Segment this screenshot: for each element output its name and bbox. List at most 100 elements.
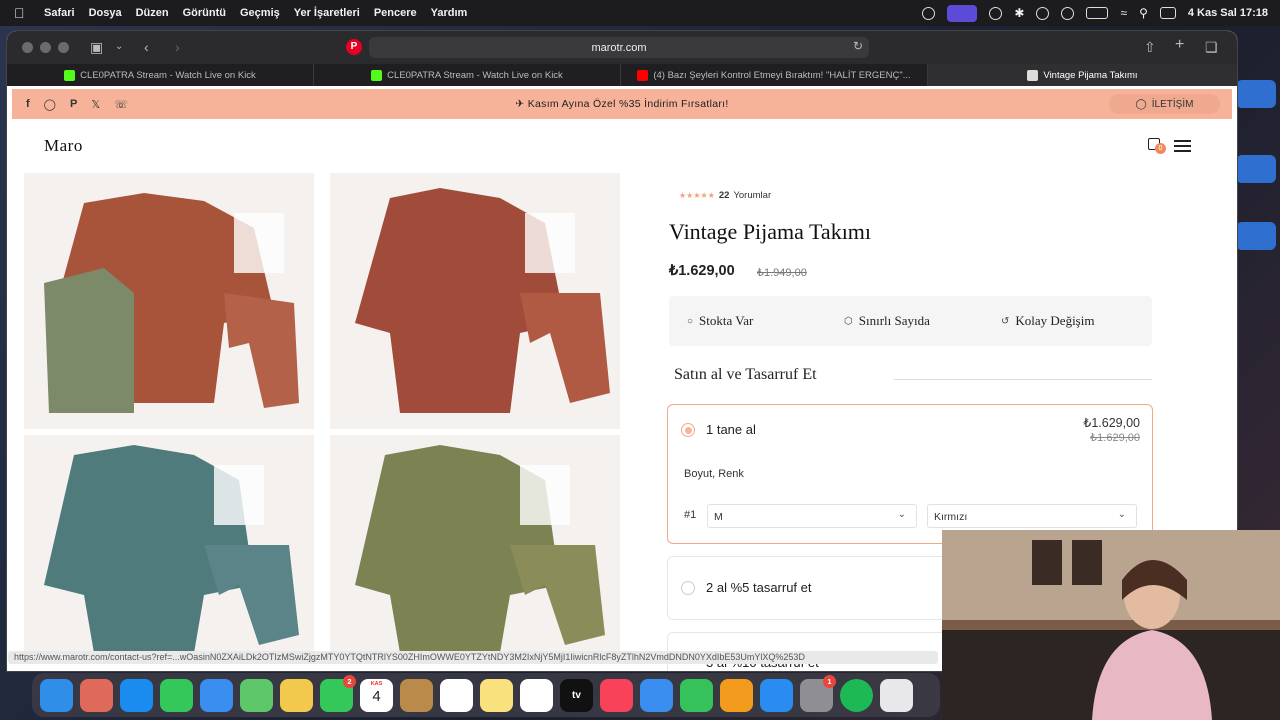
- size-select[interactable]: M ⌄: [707, 504, 917, 528]
- tab-overview-icon[interactable]: ❏: [1205, 39, 1218, 56]
- menu-clock[interactable]: 4 Kas Sal 17:18: [1188, 7, 1268, 19]
- screen-record-icon[interactable]: [947, 4, 978, 22]
- contact-button[interactable]: ◯ İLETİŞİM: [1109, 94, 1220, 114]
- tab-kick-2[interactable]: CLE0PATRA Stream - Watch Live on Kick: [314, 64, 621, 86]
- tab-title: CLE0PATRA Stream - Watch Live on Kick: [80, 69, 256, 81]
- circle-icon: ○: [687, 315, 694, 327]
- back-button[interactable]: ‹: [144, 39, 149, 55]
- offer-label: 1 tane al: [706, 422, 756, 437]
- facetime-icon[interactable]: 2: [320, 674, 356, 712]
- battery-icon[interactable]: [1086, 7, 1109, 19]
- menu-app-name[interactable]: Safari: [44, 7, 75, 19]
- address-bar[interactable]: marotr.com: [369, 37, 869, 58]
- box-icon: ⬡: [844, 315, 853, 327]
- divider: [894, 379, 1152, 380]
- user-icon[interactable]: [1061, 6, 1075, 20]
- tab-vintage-pijama[interactable]: Vintage Pijama Takımı: [928, 64, 1237, 86]
- safari-icon[interactable]: [120, 678, 153, 712]
- tv-label: tv: [572, 689, 581, 701]
- contacts-icon[interactable]: [400, 678, 433, 712]
- product-image-1[interactable]: [24, 173, 314, 429]
- apple-tv-icon[interactable]: tv: [560, 678, 593, 712]
- brand-logo[interactable]: Maro: [44, 136, 83, 156]
- offer-radio[interactable]: [681, 581, 695, 595]
- notes-icon[interactable]: [480, 678, 513, 712]
- siri-icon[interactable]: [989, 6, 1003, 20]
- wifi-icon[interactable]: ≈: [1120, 6, 1127, 20]
- menu-pencere[interactable]: Pencere: [374, 7, 417, 19]
- tab-youtube[interactable]: (4) Bazı Şeyleri Kontrol Etmeyi Bıraktım…: [621, 64, 928, 86]
- sidebar-icon[interactable]: ▣: [90, 39, 103, 56]
- minimize-window-button[interactable]: [40, 42, 51, 53]
- product-rating[interactable]: ★★★★★ 22 Yorumlar: [679, 190, 771, 201]
- plane-icon: ✈: [515, 98, 525, 110]
- control-center-icon[interactable]: [1159, 7, 1176, 19]
- product-image-4[interactable]: [330, 435, 620, 653]
- desktop-folder-icon[interactable]: [1236, 80, 1276, 108]
- bluetooth-icon[interactable]: ✱: [1014, 6, 1024, 20]
- system-settings-icon[interactable]: 1: [800, 674, 836, 712]
- chevron-down-icon: ⌄: [1117, 509, 1126, 520]
- forward-button[interactable]: ›: [175, 39, 180, 55]
- desktop-folder-icon[interactable]: [1236, 155, 1276, 183]
- search-icon[interactable]: ⚲: [1139, 6, 1148, 20]
- reload-icon[interactable]: ↻: [853, 39, 863, 53]
- messages-icon[interactable]: [160, 678, 193, 712]
- new-tab-button[interactable]: +: [1175, 36, 1184, 54]
- variant-label: Boyut, Renk: [684, 468, 744, 480]
- exchange-icon: ↺: [1001, 315, 1010, 327]
- calendar-month: KAS: [370, 680, 383, 687]
- music-icon[interactable]: [600, 678, 633, 712]
- menu-extras: ✱ ≈ ⚲ 4 Kas Sal 17:18: [922, 0, 1268, 26]
- offer-old-price: ₺1.629,00: [1090, 432, 1140, 444]
- menu-icon[interactable]: [1174, 140, 1191, 155]
- product-image-2[interactable]: [330, 173, 620, 429]
- menu-gecmis[interactable]: Geçmiş: [240, 7, 280, 19]
- freeform-icon[interactable]: [520, 678, 553, 712]
- numbers-icon[interactable]: [680, 678, 713, 712]
- variant-row-number: #1: [684, 509, 697, 521]
- maps-icon[interactable]: [240, 678, 273, 712]
- offer-price: ₺1.629,00: [1083, 416, 1140, 430]
- finder-icon[interactable]: [40, 678, 73, 712]
- kick-icon: [64, 69, 76, 81]
- menu-goruntu[interactable]: Görüntü: [183, 7, 226, 19]
- menu-dosya[interactable]: Dosya: [89, 7, 122, 19]
- menu-duzen[interactable]: Düzen: [136, 7, 169, 19]
- zoom-window-button[interactable]: [58, 42, 69, 53]
- desktop-folder-icon[interactable]: [1236, 222, 1276, 250]
- spotify-icon[interactable]: [840, 678, 873, 712]
- offer-radio[interactable]: [681, 423, 695, 437]
- color-select[interactable]: Kırmızı ⌄: [927, 504, 1137, 528]
- menu-yer-isaretleri[interactable]: Yer İşaretleri: [294, 7, 360, 19]
- tab-title: CLE0PATRA Stream - Watch Live on Kick: [387, 69, 563, 81]
- preview-icon[interactable]: [880, 678, 913, 712]
- launchpad-icon[interactable]: [80, 678, 113, 712]
- pages-icon[interactable]: [720, 678, 753, 712]
- mail-icon[interactable]: [200, 678, 233, 712]
- tab-kick-1[interactable]: CLE0PATRA Stream - Watch Live on Kick: [7, 64, 314, 86]
- kick-icon: [371, 69, 383, 81]
- dock: 2 KAS 4 tv 1: [32, 673, 940, 717]
- webcam-image: [942, 530, 1280, 720]
- calendar-icon[interactable]: KAS 4: [360, 678, 393, 712]
- chevron-down-icon[interactable]: ⌄: [115, 41, 123, 52]
- pinterest-extension-icon[interactable]: P: [346, 39, 362, 55]
- product-old-price: ₺1.949,00: [757, 267, 807, 279]
- product-image-3[interactable]: [24, 435, 314, 653]
- reminders-icon[interactable]: [440, 678, 473, 712]
- photos-icon[interactable]: [280, 678, 313, 712]
- keynote-icon[interactable]: [640, 678, 673, 712]
- play-icon[interactable]: [1036, 6, 1050, 20]
- settings-badge: 1: [823, 674, 836, 688]
- desktop-side-widgets: [1236, 80, 1280, 520]
- feature-in-stock: ○ Stokta Var: [687, 313, 753, 329]
- apple-icon[interactable]: : [14, 5, 36, 21]
- share-icon[interactable]: ⇧: [1144, 39, 1156, 56]
- offer-option-1[interactable]: 1 tane al ₺1.629,00 ₺1.629,00 Boyut, Ren…: [667, 404, 1153, 544]
- youtube-icon: [637, 69, 649, 81]
- focus-icon[interactable]: [922, 6, 936, 20]
- close-window-button[interactable]: [22, 42, 33, 53]
- app-store-icon[interactable]: [760, 678, 793, 712]
- menu-yardim[interactable]: Yardım: [431, 7, 468, 19]
